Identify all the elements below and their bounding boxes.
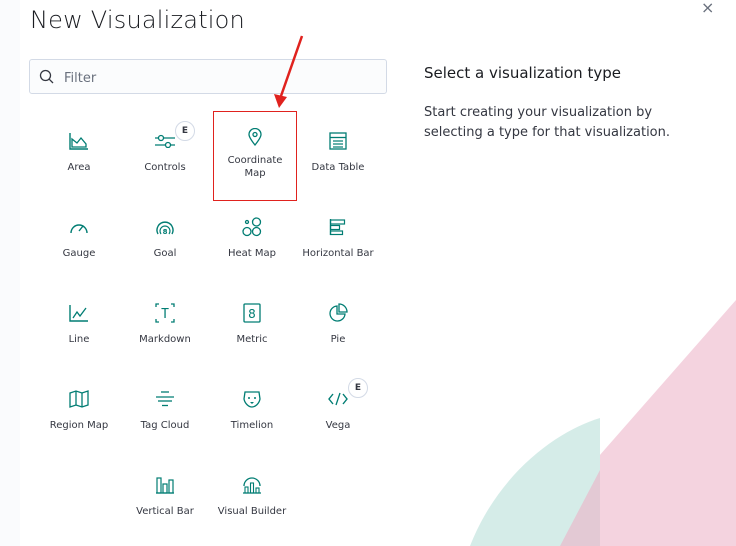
annotation-arrow: [274, 35, 304, 108]
